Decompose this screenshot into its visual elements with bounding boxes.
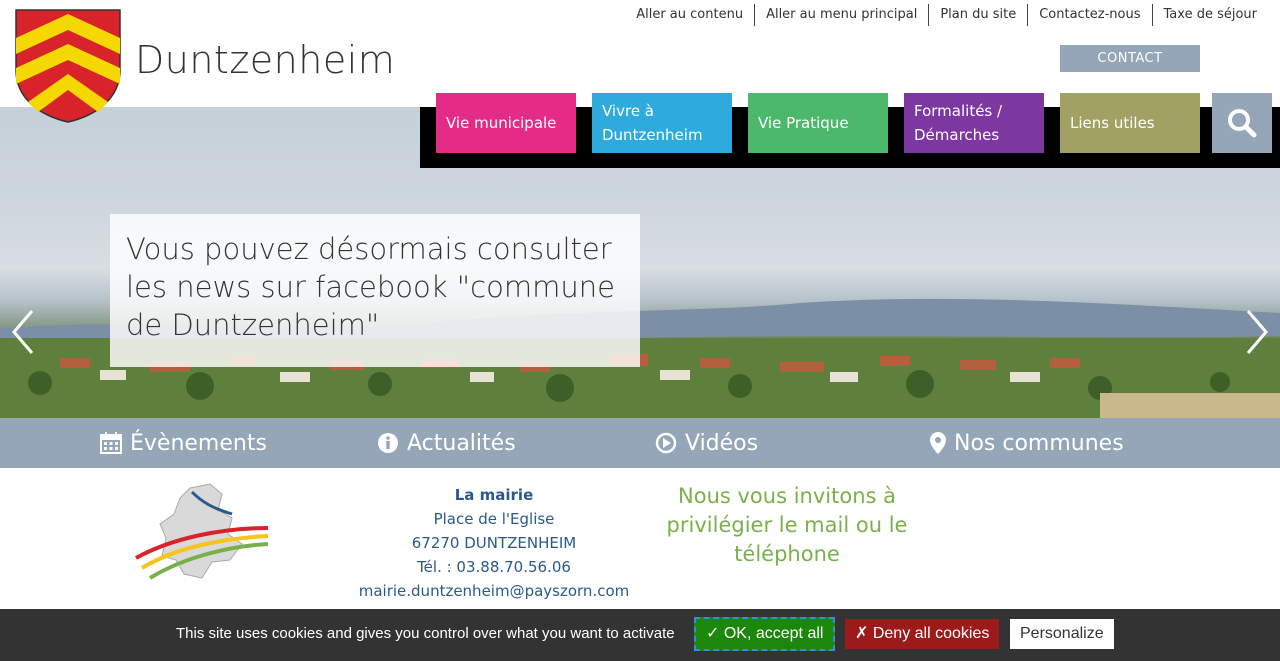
nav-liens-utiles[interactable]: Liens utiles bbox=[1060, 93, 1200, 153]
top-link-contact[interactable]: Contactez-nous bbox=[1027, 4, 1151, 26]
play-icon bbox=[655, 432, 677, 454]
top-link-skip-content[interactable]: Aller au contenu bbox=[625, 4, 754, 26]
mairie-address-line2: 67270 DUNTZENHEIM bbox=[411, 534, 577, 552]
slider-prev-arrow[interactable] bbox=[8, 307, 38, 357]
site-header: Duntzenheim Aller au contenu Aller au me… bbox=[0, 0, 1280, 107]
search-icon bbox=[1228, 109, 1257, 138]
nav-vivre-a-duntzenheim[interactable]: Vivre à Duntzenheim bbox=[592, 93, 732, 153]
mairie-phone[interactable]: Tél. : 03.88.70.56.06 bbox=[344, 555, 644, 579]
mairie-title: La mairie bbox=[454, 486, 534, 504]
cookie-banner: This site uses cookies and gives you con… bbox=[0, 609, 1280, 661]
top-link-sitemap[interactable]: Plan du site bbox=[928, 4, 1027, 26]
cookie-personalize-button[interactable]: Personalize bbox=[1010, 619, 1114, 649]
slide-caption[interactable]: Vous pouvez désormais consulter les news… bbox=[110, 214, 640, 367]
nav-vie-pratique[interactable]: Vie Pratique bbox=[748, 93, 888, 153]
mairie-email[interactable]: mairie.duntzenheim@payszorn.com bbox=[344, 579, 644, 603]
quick-link-nos-communes[interactable]: Nos communes bbox=[930, 418, 1124, 468]
community-map-logo[interactable] bbox=[132, 482, 272, 582]
main-nav: Vie municipale Vivre à Duntzenheim Vie P… bbox=[436, 93, 1272, 153]
top-links: Aller au contenu Aller au menu principal… bbox=[625, 4, 1268, 26]
quick-link-label: Évènements bbox=[130, 430, 267, 456]
info-icon bbox=[378, 433, 398, 453]
search-button[interactable] bbox=[1212, 93, 1272, 153]
cookie-deny-button[interactable]: ✗ Deny all cookies bbox=[845, 619, 1000, 649]
site-title[interactable]: Duntzenheim bbox=[135, 38, 395, 82]
nav-vie-municipale[interactable]: Vie municipale bbox=[436, 93, 576, 153]
quick-links-bar: Évènements Actualités Vidéos Nos commune… bbox=[0, 418, 1280, 468]
map-marker-icon bbox=[930, 432, 946, 454]
quick-link-label: Actualités bbox=[407, 430, 516, 456]
quick-link-actualites[interactable]: Actualités bbox=[377, 418, 516, 468]
quick-link-label: Nos communes bbox=[954, 430, 1124, 456]
contact-button[interactable]: CONTACT bbox=[1060, 45, 1200, 72]
cookie-text: This site uses cookies and gives you con… bbox=[176, 625, 675, 642]
mairie-address-line1: Place de l'Eglise bbox=[433, 510, 555, 528]
top-link-main-menu[interactable]: Aller au menu principal bbox=[754, 4, 928, 26]
calendar-icon bbox=[100, 432, 122, 454]
coat-of-arms-logo[interactable] bbox=[14, 8, 122, 124]
nav-formalites-demarches[interactable]: Formalités / Démarches bbox=[904, 93, 1044, 153]
slider-next-arrow[interactable] bbox=[1242, 307, 1272, 357]
info-section: La mairie Place de l'Eglise 67270 DUNTZE… bbox=[0, 468, 1280, 609]
top-link-tax[interactable]: Taxe de séjour bbox=[1151, 4, 1268, 26]
quick-link-evenements[interactable]: Évènements bbox=[100, 418, 267, 468]
mairie-contact-block: La mairie Place de l'Eglise 67270 DUNTZE… bbox=[344, 483, 644, 603]
quick-link-label: Vidéos bbox=[685, 430, 759, 456]
invite-message: Nous vous invitons à privilégier le mail… bbox=[666, 484, 908, 566]
quick-link-videos[interactable]: Vidéos bbox=[655, 418, 758, 468]
slide-text: Vous pouvez désormais consulter les news… bbox=[126, 232, 615, 342]
cookie-accept-button[interactable]: ✓ OK, accept all bbox=[694, 617, 836, 651]
hero-slider: Vous pouvez désormais consulter les news… bbox=[0, 107, 1280, 418]
